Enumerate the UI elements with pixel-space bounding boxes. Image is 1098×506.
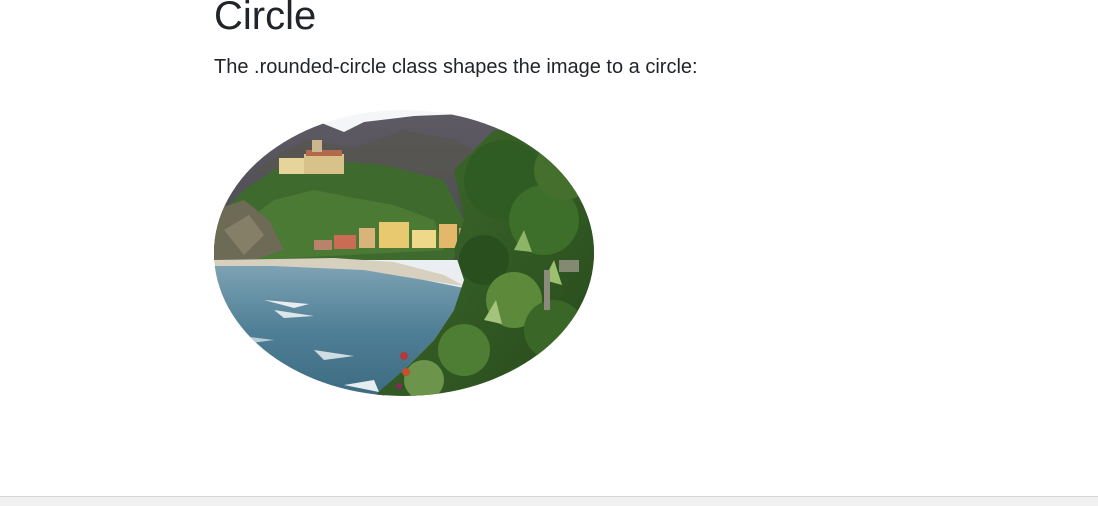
page-title: Circle xyxy=(214,0,317,38)
bottom-scroll-track xyxy=(0,496,1098,506)
page: Circle The .rounded-circle class shapes … xyxy=(0,0,1098,506)
rounded-circle-image xyxy=(214,110,594,396)
description-text: The .rounded-circle class shapes the ima… xyxy=(214,56,698,78)
